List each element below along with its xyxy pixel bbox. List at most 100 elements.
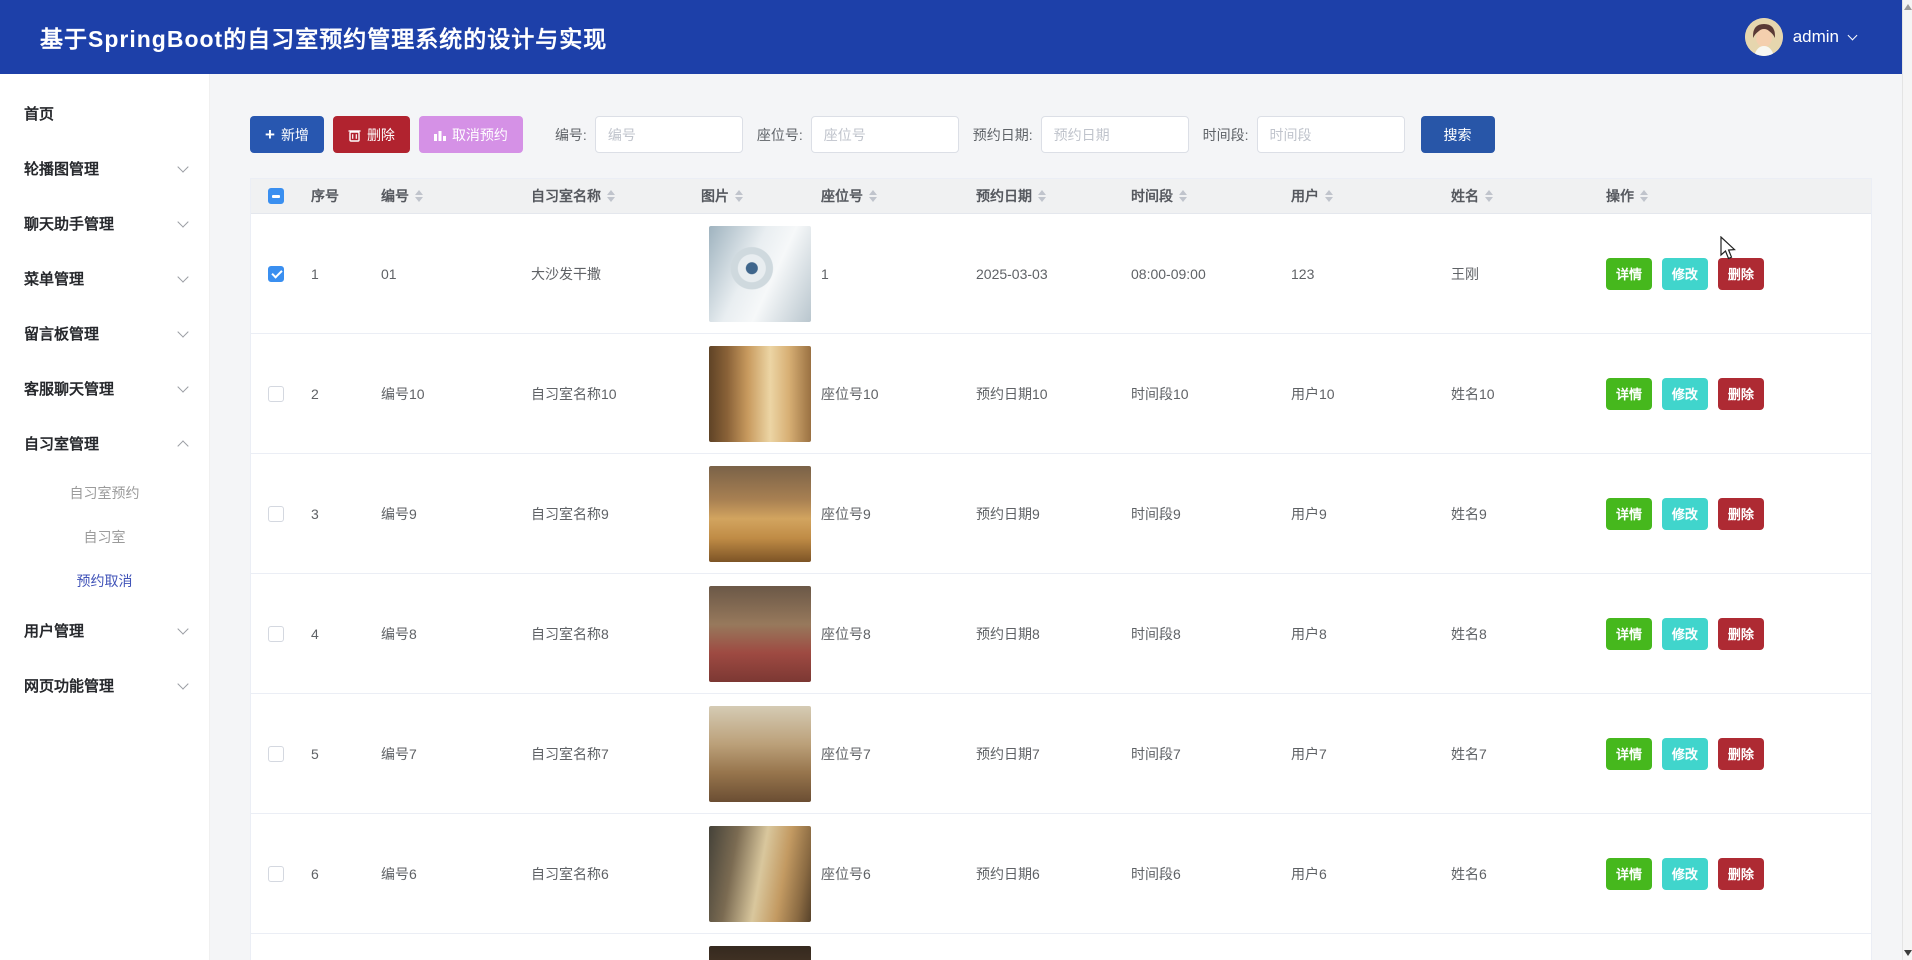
delete-button[interactable]: 删除 [333,116,410,153]
vertical-scrollbar[interactable] [1902,0,1912,960]
search-button[interactable]: 搜索 [1421,116,1495,153]
column-label: 座位号 [821,186,863,206]
filter-input[interactable] [811,116,959,153]
sidebar-item[interactable]: 轮播图管理 [0,141,209,196]
filter-label: 预约日期: [973,125,1033,145]
user-menu[interactable]: admin [1745,18,1856,56]
sidebar-item-label: 用户管理 [24,620,84,641]
detail-button[interactable]: 详情 [1606,498,1652,530]
column-header[interactable]: 预约日期 [966,186,1121,206]
delete-row-button[interactable]: 删除 [1718,858,1764,890]
sort-icon[interactable] [1179,190,1187,202]
cell-user: 123 [1281,266,1441,282]
sidebar-item-label: 客服聊天管理 [24,378,114,399]
plus-icon: + [265,126,275,143]
column-header[interactable]: 姓名 [1441,186,1596,206]
room-image-library-red-chairs [709,586,811,682]
filter-input[interactable] [1041,116,1189,153]
detail-button[interactable]: 详情 [1606,378,1652,410]
chevron-down-icon [177,271,188,282]
table-header: 序号 编号 自习室名称 图片 座位号 预约日期 时间段 用户 姓名 操作 [251,179,1871,214]
column-header[interactable]: 用户 [1281,186,1441,206]
scroll-up-icon[interactable] [1904,4,1912,10]
column-header[interactable]: 座位号 [811,186,966,206]
cell-time: 时间段7 [1121,744,1281,764]
cell-user: 用户10 [1281,384,1441,404]
sort-icon[interactable] [1038,190,1046,202]
delete-row-button[interactable]: 删除 [1718,618,1764,650]
detail-button[interactable]: 详情 [1606,618,1652,650]
sort-icon[interactable] [1485,190,1493,202]
column-label: 图片 [701,186,729,206]
select-all-checkbox[interactable] [268,188,284,204]
edit-button[interactable]: 修改 [1662,258,1708,290]
room-image-reading-room [709,466,811,562]
sidebar-item-label: 聊天助手管理 [24,213,114,234]
detail-button[interactable]: 详情 [1606,258,1652,290]
row-checkbox[interactable] [268,866,284,882]
add-button[interactable]: + 新增 [250,116,324,153]
sidebar-item[interactable]: 网页功能管理 [0,658,209,713]
filter-input[interactable] [595,116,743,153]
column-header[interactable]: 图片 [691,186,811,206]
sidebar-item[interactable]: 留言板管理 [0,306,209,361]
chevron-down-icon [177,678,188,689]
chevron-down-icon [177,623,188,634]
sidebar-item[interactable]: 客服聊天管理 [0,361,209,416]
edit-button[interactable]: 修改 [1662,378,1708,410]
column-header[interactable]: 自习室名称 [521,186,691,206]
sort-icon[interactable] [415,190,423,202]
filter-group: 预约日期: [973,116,1189,153]
column-header[interactable]: 编号 [371,186,521,206]
edit-button[interactable]: 修改 [1662,618,1708,650]
sort-icon[interactable] [607,190,615,202]
edit-button[interactable]: 修改 [1662,738,1708,770]
cell-index: 6 [301,866,371,882]
room-image-dark-room-lights [709,946,811,960]
sidebar-subitem[interactable]: 自习室预约 [0,471,209,515]
cell-time: 时间段9 [1121,504,1281,524]
sidebar-subitem[interactable]: 预约取消 [0,559,209,603]
column-header[interactable]: 序号 [301,186,371,206]
room-image-office-corridor [709,826,811,922]
detail-button[interactable]: 详情 [1606,738,1652,770]
cell-realname: 姓名6 [1441,864,1596,884]
sidebar-item[interactable]: 菜单管理 [0,251,209,306]
column-header[interactable]: 操作 [1596,186,1871,206]
avatar[interactable] [1745,18,1783,56]
sidebar-item[interactable]: 自习室管理 [0,416,209,471]
edit-button[interactable]: 修改 [1662,498,1708,530]
sidebar-item-label: 菜单管理 [24,268,84,289]
cell-seat: 座位号10 [811,384,966,404]
sort-icon[interactable] [1325,190,1333,202]
filter-input[interactable] [1257,116,1405,153]
row-checkbox[interactable] [268,626,284,642]
row-checkbox[interactable] [268,386,284,402]
sidebar-item[interactable]: 用户管理 [0,603,209,658]
detail-button[interactable]: 详情 [1606,858,1652,890]
column-header[interactable]: 时间段 [1121,186,1281,206]
sidebar-item[interactable]: 首页 [0,86,209,141]
sort-icon[interactable] [869,190,877,202]
delete-row-button[interactable]: 删除 [1718,738,1764,770]
edit-button[interactable]: 修改 [1662,858,1708,890]
filter-label: 座位号: [757,125,803,145]
cell-room-name: 自习室名称8 [521,624,691,644]
cell-index: 2 [301,386,371,402]
chevron-down-icon [1848,31,1858,41]
delete-row-button[interactable]: 删除 [1718,378,1764,410]
sort-icon[interactable] [1640,190,1648,202]
cancel-reservation-button[interactable]: 取消预约 [419,116,523,153]
sidebar-item[interactable]: 聊天助手管理 [0,196,209,251]
delete-row-button[interactable]: 删除 [1718,258,1764,290]
cell-time: 时间段10 [1121,384,1281,404]
row-checkbox[interactable] [268,266,284,282]
sidebar-item-label: 轮播图管理 [24,158,99,179]
sort-icon[interactable] [735,190,743,202]
sidebar-subitem[interactable]: 自习室 [0,515,209,559]
scroll-down-icon[interactable] [1904,950,1912,956]
row-checkbox[interactable] [268,746,284,762]
column-label: 姓名 [1451,186,1479,206]
delete-row-button[interactable]: 删除 [1718,498,1764,530]
row-checkbox[interactable] [268,506,284,522]
